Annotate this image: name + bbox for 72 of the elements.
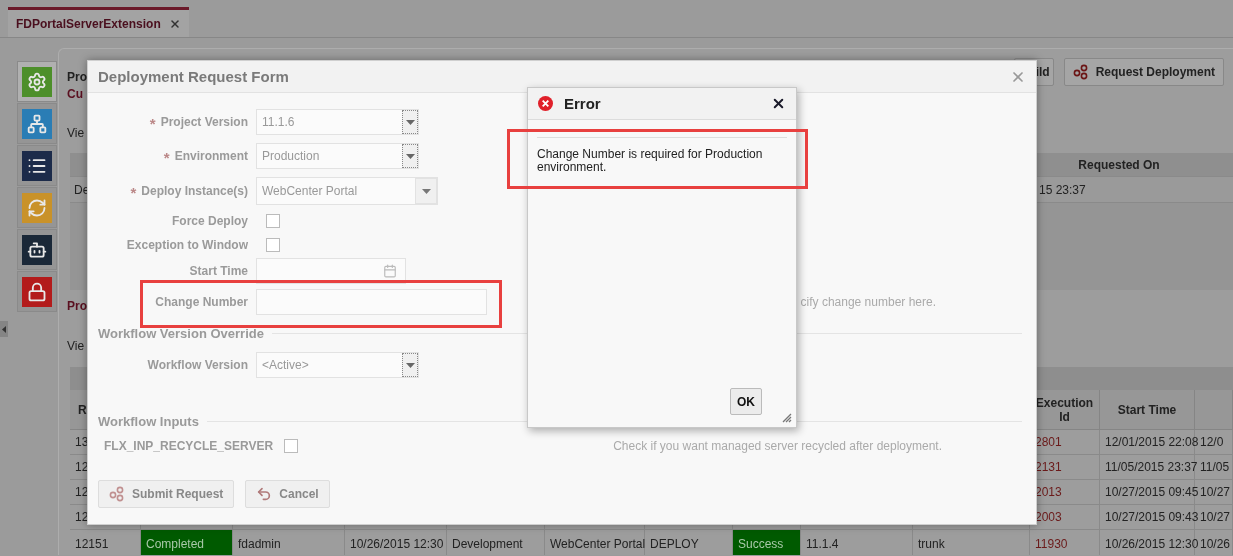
dialog-title: Error [564, 95, 602, 112]
view-menu[interactable]: Vie [67, 126, 85, 140]
error-message: Change Number is required for Production environment. [537, 148, 764, 174]
sidebar-item[interactable] [17, 271, 57, 312]
field-label: Environment [174, 149, 248, 163]
collapse-button[interactable] [0, 321, 8, 337]
error-icon [538, 96, 553, 111]
view-menu[interactable]: Vie [67, 339, 85, 353]
status-cell: Success [733, 530, 801, 555]
table-cell: trunk [913, 530, 1030, 555]
caret-icon [405, 153, 415, 159]
field-hint: Check if you want managed server recycled after deployment. [613, 439, 943, 453]
dropdown-field[interactable]: <Active> [256, 352, 419, 378]
dropdown-field[interactable]: WebCenter Portal [256, 177, 438, 205]
dropdown-field[interactable]: Production [256, 143, 419, 169]
field-label: Force Deploy [171, 214, 248, 228]
document-tab[interactable]: FDPortalServerExtension [8, 7, 189, 37]
input-field[interactable] [256, 289, 487, 315]
gears-icon [109, 486, 125, 502]
field-label: Deploy Instance(s) [141, 184, 248, 198]
table-cell: WebCenter Portal [545, 530, 645, 555]
field-hint: cify change number here. [800, 295, 937, 309]
dropdown-button[interactable] [402, 353, 418, 377]
table-cell-text: 15 23:37 [1038, 182, 1087, 197]
status-cell: Completed [141, 530, 233, 555]
dropdown-button[interactable] [402, 110, 418, 134]
toolbar-button[interactable]: Request Deployment [1063, 58, 1224, 86]
undo-icon [256, 486, 273, 502]
dropdown-button[interactable] [402, 144, 418, 168]
table-cell: Development [447, 530, 545, 555]
gear-icon [22, 66, 52, 97]
caret-icon [405, 119, 415, 125]
section-title: Workflow Version Override [98, 325, 264, 341]
table-cell: 10/26/2015 12:30 [345, 530, 447, 555]
checkbox[interactable] [266, 214, 280, 228]
close-icon[interactable] [168, 17, 181, 30]
caret-icon [421, 188, 431, 194]
required-marker: * [149, 114, 156, 130]
column-header: Start Time [1100, 390, 1195, 430]
ok-button[interactable]: OK [730, 388, 762, 415]
submit-button[interactable]: Submit Request [98, 480, 235, 508]
dialog-title: Deployment Request Form [98, 68, 289, 85]
table-cell: fdadmin [233, 530, 345, 555]
resize-grip-icon[interactable] [782, 413, 792, 423]
required-marker: * [163, 148, 170, 164]
field-label: Project Version [160, 115, 248, 129]
checkbox[interactable] [266, 238, 280, 252]
section-heading: Pro [67, 298, 87, 314]
sidebar-item[interactable] [17, 229, 57, 270]
column-header: Requested On [1077, 157, 1161, 172]
checkbox[interactable] [284, 439, 299, 453]
dropdown-field[interactable]: 11.1.6 [256, 109, 419, 135]
field-label: Start Time [189, 264, 248, 278]
required-marker: * [130, 183, 137, 199]
table-cell: 11/05/2015 23:37 [1100, 455, 1195, 480]
refresh-icon [22, 192, 52, 223]
cancel-button[interactable]: Cancel [245, 480, 330, 508]
table-link[interactable]: 11930 [1030, 530, 1100, 555]
lock-icon [22, 276, 52, 307]
field-label: Exception to Window [126, 238, 248, 252]
section-heading: Cu [67, 86, 83, 102]
page-title: Pro [67, 69, 87, 84]
field-label: Workflow Version [147, 358, 248, 372]
field-label: Change Number [155, 295, 248, 309]
gears-icon [1072, 64, 1089, 80]
list-icon [22, 150, 52, 181]
robot-icon [22, 234, 52, 265]
table-cell: 11.1.4 [801, 530, 913, 555]
close-button[interactable] [771, 96, 786, 111]
sidebar-item[interactable] [17, 145, 57, 186]
network-icon [22, 108, 52, 139]
caret-icon [2, 325, 6, 333]
